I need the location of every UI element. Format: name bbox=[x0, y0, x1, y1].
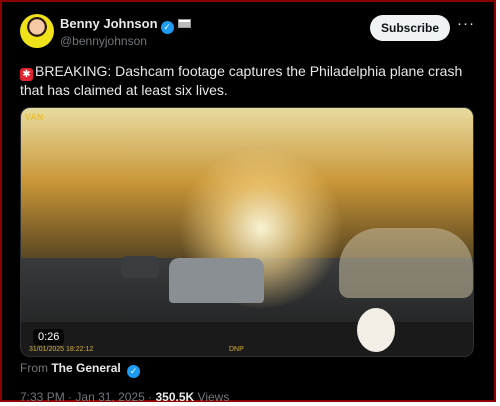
meta-separator: · bbox=[68, 390, 73, 404]
avatar[interactable] bbox=[20, 14, 54, 48]
author-name[interactable]: Benny Johnson bbox=[60, 16, 158, 31]
source-name[interactable]: The General bbox=[51, 361, 120, 375]
video-player[interactable]: VAN 31/01/2025 18:22:12 DNP 0:26 bbox=[20, 107, 474, 357]
tweet-meta: 7:33 PM · Jan 31, 2025 · 350.5K Views bbox=[20, 390, 229, 404]
tweet-text-block: ✱ BREAKING: Dashcam footage captures the … bbox=[20, 62, 480, 100]
tweet-text: BREAKING: Dashcam footage captures the P… bbox=[20, 63, 463, 98]
source-attribution: From The General ✓ bbox=[20, 361, 141, 378]
window-frame: Benny Johnson ✓ @bennyjohnson Subscribe ·… bbox=[0, 0, 496, 404]
more-options-icon[interactable]: ··· bbox=[457, 15, 475, 32]
police-siren-icon: ✱ bbox=[20, 68, 33, 81]
tweet-time[interactable]: 7:33 PM bbox=[20, 390, 65, 404]
views-label: Views bbox=[197, 390, 230, 404]
tweet-card: Benny Johnson ✓ @bennyjohnson Subscribe ·… bbox=[4, 4, 492, 404]
author-handle[interactable]: @bennyjohnson bbox=[60, 34, 147, 48]
video-overlay-right: DNP bbox=[229, 346, 244, 353]
video-car-left bbox=[121, 256, 159, 278]
video-dash-ornament bbox=[357, 308, 395, 352]
video-smoke bbox=[339, 228, 473, 298]
views-count: 350.5K bbox=[155, 390, 195, 404]
subscribe-button[interactable]: Subscribe bbox=[370, 15, 450, 41]
meta-separator: · bbox=[148, 390, 153, 404]
verified-badge-icon: ✓ bbox=[127, 365, 141, 378]
author-name-row[interactable]: Benny Johnson ✓ bbox=[60, 16, 191, 34]
video-timestamp-overlay: 31/01/2025 18:22:12 bbox=[29, 346, 94, 353]
video-car-center bbox=[169, 258, 264, 303]
tweet-date[interactable]: Jan 31, 2025 bbox=[75, 390, 144, 404]
verified-badge-icon: ✓ bbox=[160, 21, 174, 34]
video-overlay-corner: VAN bbox=[25, 112, 44, 122]
source-prefix: From bbox=[20, 361, 48, 375]
video-duration-badge: 0:26 bbox=[33, 329, 65, 345]
flag-icon bbox=[177, 19, 191, 28]
